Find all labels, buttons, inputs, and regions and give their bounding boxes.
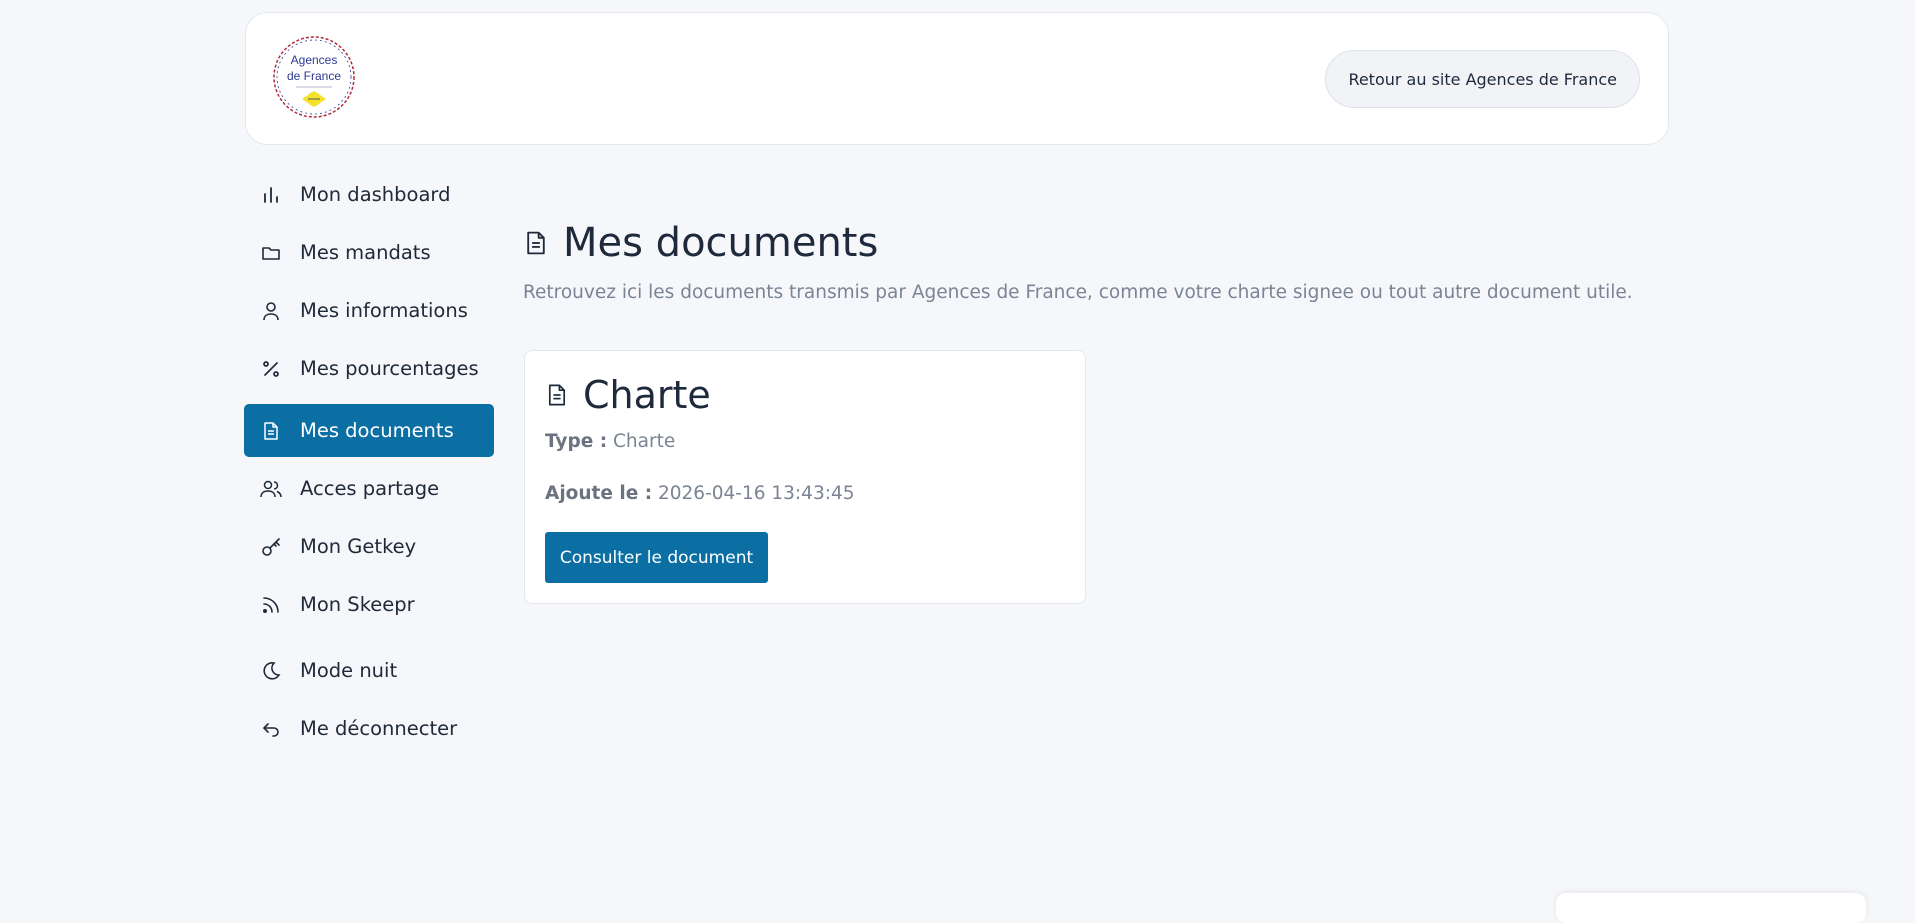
sidebar-item-deconnecter[interactable]: Me déconnecter <box>244 702 494 755</box>
sidebar-item-informations[interactable]: Mes informations <box>244 284 494 337</box>
sidebar-item-label: Mes documents <box>300 419 454 442</box>
document-type-label: Type : <box>545 431 608 452</box>
page-title: Mes documents <box>523 220 878 266</box>
document-icon <box>545 383 569 407</box>
document-added-field: Ajoute le : 2026-04-16 13:43:45 <box>545 483 854 504</box>
page-subtitle: Retrouvez ici les documents transmis par… <box>523 282 1633 303</box>
sidebar-item-label: Mode nuit <box>300 659 398 682</box>
sidebar-item-label: Mon dashboard <box>300 183 451 206</box>
consult-document-button[interactable]: Consulter le document <box>545 532 768 583</box>
top-header: Agences de France Retour au site Agences… <box>245 12 1669 145</box>
logout-arrow-icon <box>260 718 282 740</box>
sidebar-item-label: Mes informations <box>300 299 468 322</box>
document-card: Charte Type : Charte Ajoute le : 2026-04… <box>524 350 1086 604</box>
back-to-site-label: Retour au site Agences de France <box>1348 69 1617 89</box>
sidebar-item-mandats[interactable]: Mes mandats <box>244 226 494 279</box>
page-title-text: Mes documents <box>563 220 879 266</box>
sidebar-item-label: Mes mandats <box>300 241 431 264</box>
moon-icon <box>260 660 282 682</box>
sidebar-item-documents[interactable]: Mes documents <box>244 404 494 457</box>
document-type-field: Type : Charte <box>545 431 675 452</box>
sidebar-item-getkey[interactable]: Mon Getkey <box>244 520 494 573</box>
sidebar-item-label: Mes pourcentages <box>300 357 479 380</box>
agences-de-france-logo[interactable]: Agences de France <box>272 35 356 119</box>
sidebar-item-label: Acces partage <box>300 477 440 500</box>
document-icon <box>523 230 549 256</box>
sidebar-item-dashboard[interactable]: Mon dashboard <box>244 168 494 221</box>
key-icon <box>260 536 282 558</box>
sidebar-item-skeepr[interactable]: Mon Skeepr <box>244 578 494 631</box>
document-type-value: Charte <box>613 431 676 452</box>
sidebar-item-label: Mon Skeepr <box>300 593 415 616</box>
user-icon <box>260 300 282 322</box>
bar-chart-icon <box>260 184 282 206</box>
svg-text:de France: de France <box>287 69 341 83</box>
folder-icon <box>260 242 282 264</box>
svg-text:Agences: Agences <box>291 53 338 67</box>
percent-icon <box>260 358 282 380</box>
document-card-title: Charte <box>545 373 711 417</box>
sidebar-item-mode-nuit[interactable]: Mode nuit <box>244 644 494 697</box>
back-to-site-button[interactable]: Retour au site Agences de France <box>1325 50 1640 108</box>
rss-icon <box>260 594 282 616</box>
document-added-value: 2026-04-16 13:43:45 <box>658 483 855 504</box>
document-card-title-text: Charte <box>583 373 711 417</box>
document-icon <box>260 420 282 442</box>
document-added-label: Ajoute le : <box>545 483 653 504</box>
floating-widget-panel[interactable] <box>1556 893 1866 923</box>
sidebar-item-label: Me déconnecter <box>300 717 458 740</box>
sidebar-item-acces-partage[interactable]: Acces partage <box>244 462 494 515</box>
sidebar-item-pourcentages[interactable]: Mes pourcentages <box>244 342 494 395</box>
consult-document-label: Consulter le document <box>559 547 754 568</box>
users-icon <box>260 478 282 500</box>
sidebar-item-label: Mon Getkey <box>300 535 417 558</box>
